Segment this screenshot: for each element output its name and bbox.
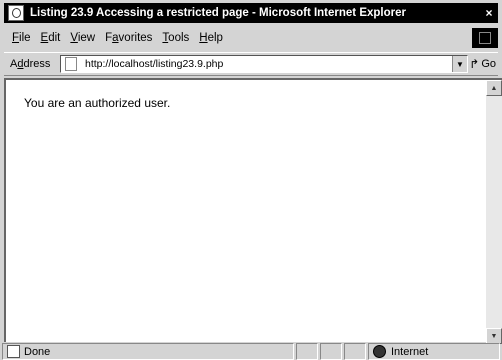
status-bar: Done Internet	[0, 342, 502, 360]
done-page-icon	[7, 345, 20, 358]
menu-view[interactable]: View	[70, 32, 95, 44]
title-bar[interactable]: Listing 23.9 Accessing a restricted page…	[4, 3, 498, 23]
status-pane-3	[344, 343, 366, 360]
zone-text: Internet	[391, 345, 429, 358]
vertical-scrollbar[interactable]: ▲ ▼	[486, 78, 502, 344]
menu-edit[interactable]: Edit	[41, 32, 61, 44]
address-label: Address	[10, 58, 51, 70]
page-content: You are an authorized user.	[4, 78, 486, 342]
window-title: Listing 23.9 Accessing a restricted page…	[30, 7, 406, 19]
status-pane-2	[320, 343, 342, 360]
status-pane-1	[296, 343, 318, 360]
menu-tools[interactable]: Tools	[162, 32, 189, 44]
page-icon	[65, 57, 77, 71]
status-main-pane: Done	[2, 343, 294, 360]
ie-page-icon[interactable]	[8, 5, 24, 21]
go-button[interactable]: ↱ Go	[469, 56, 496, 72]
scroll-up-icon[interactable]: ▲	[486, 80, 502, 96]
page-message: You are an authorized user.	[24, 96, 171, 110]
close-icon[interactable]: ×	[480, 3, 498, 23]
status-zone-pane: Internet	[368, 343, 500, 360]
menu-file[interactable]: File	[12, 32, 31, 44]
ie-logo-icon	[472, 28, 498, 48]
globe-icon	[373, 345, 386, 358]
go-label: Go	[481, 58, 496, 70]
address-bar: Address http://localhost/listing23.9.php…	[4, 52, 498, 76]
go-arrow-icon: ↱	[469, 57, 480, 71]
browser-window: Listing 23.9 Accessing a restricted page…	[0, 0, 502, 360]
status-text: Done	[24, 345, 51, 358]
menu-help[interactable]: Help	[199, 32, 223, 44]
menu-favorites[interactable]: Favorites	[105, 32, 152, 44]
menu-bar: File Edit View Favorites Tools Help	[4, 27, 498, 49]
address-input[interactable]: http://localhost/listing23.9.php ▼	[60, 55, 468, 73]
address-url[interactable]: http://localhost/listing23.9.php	[85, 58, 223, 70]
dropdown-arrow-icon[interactable]: ▼	[452, 56, 467, 72]
